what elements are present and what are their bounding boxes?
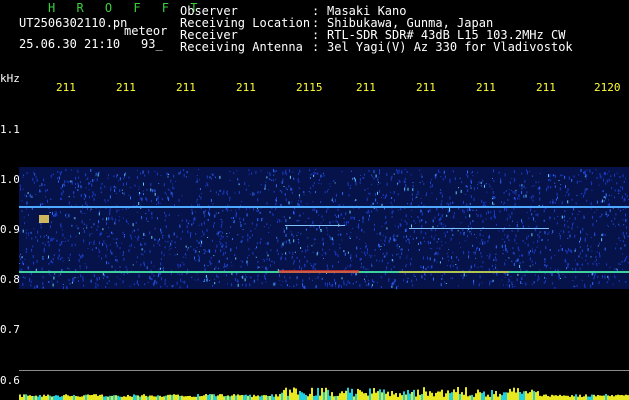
warm-segment [399, 271, 509, 273]
y-tick-label: 0.7 [0, 323, 20, 336]
y-tick-label: 0.8 [0, 273, 20, 286]
x-tick-label: 211 [116, 81, 136, 94]
y-tick-label: 0.6 [0, 374, 20, 387]
x-tick-label: 211 [56, 81, 76, 94]
info-sep: : [312, 40, 320, 54]
x-tick-label: 211 [536, 81, 556, 94]
info-value-antenna: 3el Yagi(V) Az 330 for Vladivostok [327, 40, 573, 54]
x-tick-label: 211 [416, 81, 436, 94]
info-key-antenna: Receiving Antenna [180, 40, 303, 54]
y-tick-label: 0.9 [0, 223, 20, 236]
x-tick-label: 211 [356, 81, 376, 94]
y-tick-label: 1.1 [0, 123, 20, 136]
hot-segment [279, 270, 359, 273]
echo-trace [409, 228, 549, 229]
frequency-unit-label: kHz [0, 72, 20, 85]
spectrogram-plot [19, 167, 629, 400]
bottom-spectrum [19, 387, 629, 400]
detection-count: 93_ [141, 37, 163, 51]
x-tick-label: 2115 [296, 81, 323, 94]
meteor-echo [39, 215, 49, 223]
hrofft-window: H R O F F T UT2506302110.pn meteor 25.06… [0, 0, 629, 400]
carrier-line-upper [19, 206, 629, 208]
y-tick-label: 1.0 [0, 173, 20, 186]
image-filename: UT2506302110.pn [19, 16, 128, 30]
x-tick-label: 211 [236, 81, 256, 94]
x-tick-label: 211 [476, 81, 496, 94]
baseline [19, 370, 629, 371]
timestamp: 25.06.30 21:10 [19, 37, 121, 51]
x-tick-label: 211 [176, 81, 196, 94]
file-tag: meteor [124, 24, 168, 38]
x-tick-label: 2120 [594, 81, 621, 94]
echo-trace [285, 225, 345, 226]
